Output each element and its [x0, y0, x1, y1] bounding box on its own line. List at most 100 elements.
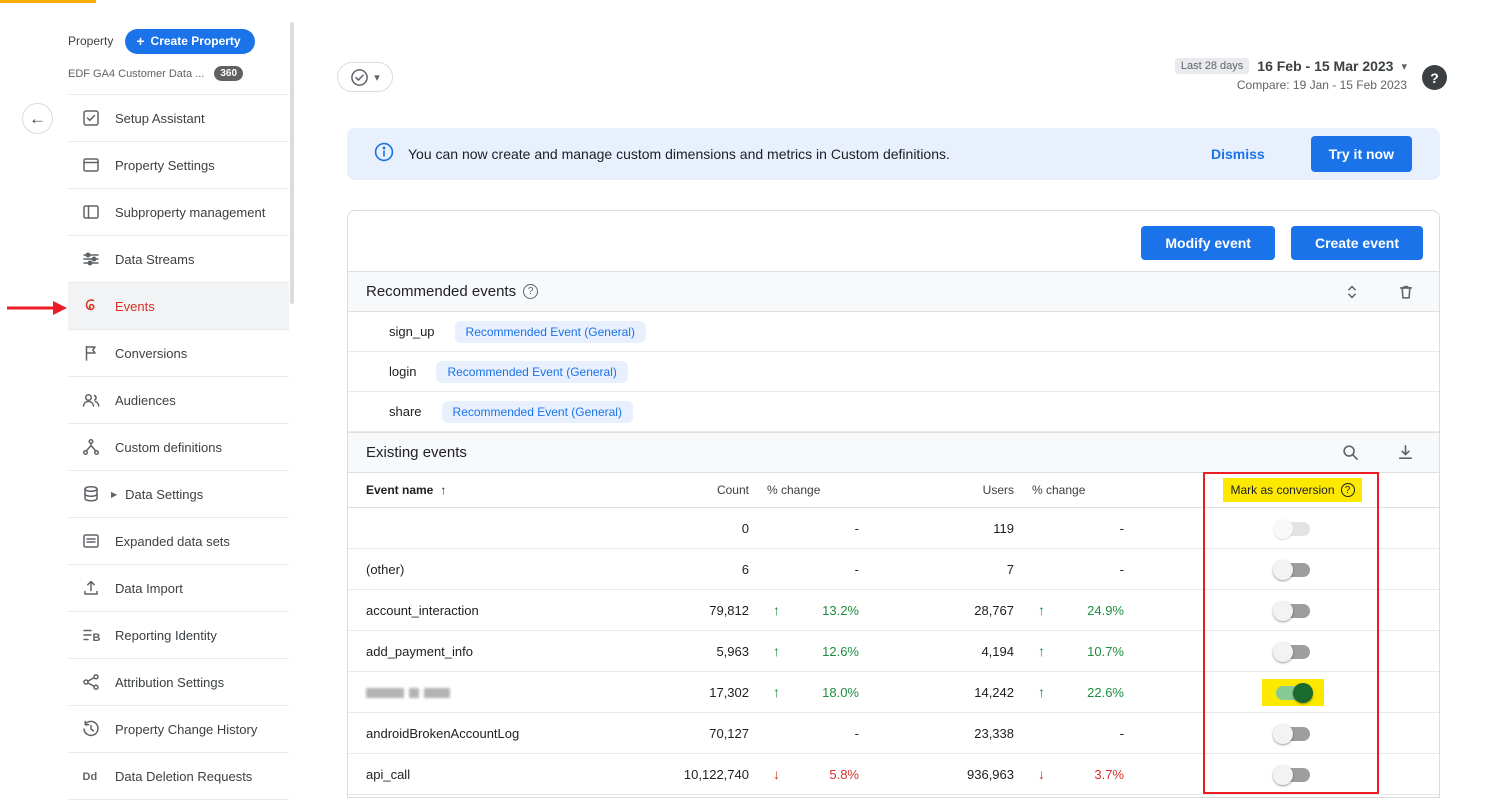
date-range[interactable]: 16 Feb - 15 Mar 2023 — [1257, 58, 1393, 74]
active-toggle-highlight — [1261, 678, 1324, 706]
card-actions: Modify event Create event — [348, 211, 1439, 271]
reporting-identity-icon: B — [81, 625, 101, 645]
sidebar-item-data-import[interactable]: Data Import — [68, 565, 289, 612]
property-nav: Setup Assistant Property Settings Subpro… — [68, 95, 289, 800]
back-button[interactable]: ← — [22, 103, 53, 134]
check-circle-icon — [351, 68, 369, 86]
plus-icon: + — [136, 33, 145, 49]
recommended-events-title: Recommended events — [366, 283, 517, 300]
column-event-name[interactable]: Event name ↑ — [366, 483, 598, 497]
event-users: 28,767 — [974, 602, 1014, 618]
dismiss-button[interactable]: Dismiss — [1211, 146, 1265, 162]
event-row: 0 ↑- 119 ↑- — [348, 508, 1439, 549]
event-count: 79,812 — [709, 602, 749, 618]
event-users: 4,194 — [981, 643, 1014, 659]
recommended-event-name: login — [389, 364, 417, 379]
column-mark-as-conversion: Mark as conversion ? — [1205, 478, 1380, 502]
event-row: api_call 10,122,740 ↓ 5.8% 936,963 ↓ 3.7% — [348, 754, 1439, 795]
event-status-dropdown[interactable]: ▾ — [337, 62, 393, 92]
sidebar-item-property-change-history[interactable]: Property Change History — [68, 706, 289, 753]
sidebar-item-data-settings[interactable]: ▶ Data Settings — [68, 471, 289, 518]
recommended-event-row: sign_up Recommended Event (General) — [348, 312, 1439, 352]
event-users: 23,338 — [974, 725, 1014, 741]
sidebar-item-subproperty-management[interactable]: Subproperty management — [68, 189, 289, 236]
subproperty-icon — [81, 202, 101, 222]
sidebar-item-events[interactable]: Events — [68, 283, 289, 330]
sidebar-item-expanded-data-sets[interactable]: Expanded data sets — [68, 518, 289, 565]
recommended-event-row: share Recommended Event (General) — [348, 392, 1439, 432]
sidebar-item-data-deletion-requests[interactable]: Dd Data Deletion Requests — [68, 753, 289, 800]
download-icon[interactable] — [1396, 443, 1415, 462]
event-name: add_payment_info — [366, 643, 473, 659]
recommended-event-name: share — [389, 404, 422, 419]
help-button[interactable]: ? — [1422, 65, 1447, 90]
mark-as-conversion-toggle[interactable] — [1272, 559, 1310, 580]
sidebar-item-reporting-identity[interactable]: B Reporting Identity — [68, 612, 289, 659]
trend-up-icon: ↑ — [1038, 684, 1045, 700]
date-caret-icon[interactable]: ▾ — [1401, 60, 1407, 73]
sidebar-item-setup-assistant[interactable]: Setup Assistant — [68, 95, 289, 142]
event-users: 936,963 — [967, 766, 1014, 782]
info-icon — [374, 142, 394, 167]
mark-as-conversion-toggle[interactable] — [1272, 641, 1310, 662]
delete-icon[interactable] — [1397, 283, 1415, 301]
create-event-button[interactable]: Create event — [1290, 226, 1423, 260]
sidebar-scrollbar[interactable] — [290, 22, 294, 304]
trend-down-icon: ↓ — [773, 766, 780, 782]
column-count[interactable]: Count — [598, 483, 749, 497]
data-streams-icon — [81, 249, 101, 269]
mark-as-conversion-toggle[interactable] — [1275, 682, 1313, 703]
event-count: 0 — [741, 520, 749, 536]
sidebar-item-attribution-settings[interactable]: Attribution Settings — [68, 659, 289, 706]
sidebar-item-data-streams[interactable]: Data Streams — [68, 236, 289, 283]
expand-caret-icon[interactable]: ▶ — [111, 490, 117, 499]
try-it-now-button[interactable]: Try it now — [1310, 136, 1412, 172]
recommended-event-name: sign_up — [389, 324, 435, 339]
data-import-icon — [81, 578, 101, 598]
trend-down-icon: ↓ — [1038, 766, 1045, 782]
conversions-icon — [81, 343, 101, 363]
setup-assistant-icon — [81, 108, 101, 128]
event-name: account_interaction — [366, 602, 479, 618]
chevron-down-icon: ▾ — [374, 71, 380, 84]
svg-text:Dd: Dd — [83, 771, 98, 783]
unfold-more-icon[interactable] — [1343, 283, 1361, 301]
ga360-badge: 360 — [214, 66, 244, 81]
sort-ascending-icon: ↑ — [440, 483, 447, 497]
event-name-redacted — [366, 685, 598, 700]
create-property-button[interactable]: + Create Property — [125, 28, 255, 54]
mark-as-conversion-toggle[interactable] — [1272, 764, 1310, 785]
modify-event-button[interactable]: Modify event — [1141, 226, 1275, 260]
trend-up-icon: ↑ — [1038, 602, 1045, 618]
event-users: 119 — [993, 520, 1014, 536]
mark-as-conversion-highlight: Mark as conversion ? — [1223, 478, 1362, 502]
event-count: 10,122,740 — [683, 766, 749, 782]
data-settings-icon — [81, 484, 101, 504]
date-preset-chip[interactable]: Last 28 days — [1174, 58, 1250, 74]
data-deletion-icon: Dd — [81, 766, 101, 786]
property-header: Property + Create Property — [68, 28, 289, 54]
info-banner: You can now create and manage custom dim… — [347, 128, 1440, 180]
mark-as-conversion-toggle[interactable] — [1272, 723, 1310, 744]
help-circle-icon[interactable]: ? — [523, 284, 539, 299]
sidebar-item-conversions[interactable]: Conversions — [68, 330, 289, 377]
sidebar-item-property-settings[interactable]: Property Settings — [68, 142, 289, 189]
custom-definitions-icon — [81, 437, 101, 457]
column-users-change[interactable]: % change — [1014, 483, 1149, 497]
event-row: androidBrokenAccountLog 70,127 ↑- 23,338… — [348, 713, 1439, 754]
search-icon[interactable] — [1341, 443, 1360, 462]
help-circle-icon[interactable]: ? — [1340, 483, 1355, 497]
main-content: ▾ Last 28 days 16 Feb - 15 Mar 2023 ▾ Co… — [337, 56, 1447, 798]
sidebar-item-audiences[interactable]: Audiences — [68, 377, 289, 424]
event-row: add_payment_info 5,963 ↑ 12.6% 4,194 ↑ 10.… — [348, 631, 1439, 672]
recommended-event-chip: Recommended Event (General) — [441, 400, 633, 423]
events-card: Modify event Create event Recommended ev… — [347, 210, 1440, 798]
mark-as-conversion-toggle[interactable] — [1272, 600, 1310, 621]
column-users[interactable]: Users — [884, 483, 1014, 497]
property-section-label: Property — [68, 34, 114, 48]
column-count-change[interactable]: % change — [749, 483, 884, 497]
mark-as-conversion-toggle[interactable] — [1272, 518, 1310, 539]
table-header: Event name ↑ Count % change Users % chang… — [348, 473, 1439, 508]
sidebar-item-custom-definitions[interactable]: Custom definitions — [68, 424, 289, 471]
property-sidebar: Property + Create Property EDF GA4 Custo… — [68, 28, 289, 800]
